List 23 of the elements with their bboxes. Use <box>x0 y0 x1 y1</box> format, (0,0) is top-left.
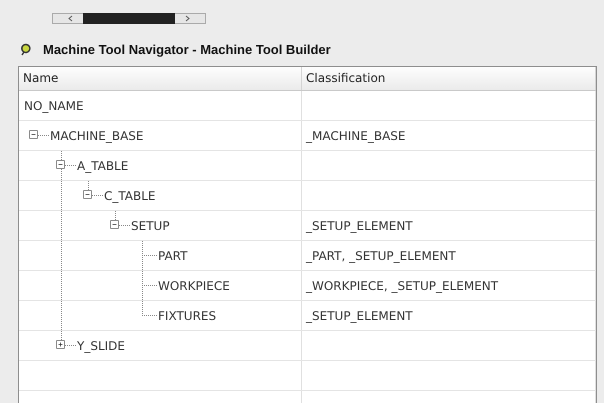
node-name[interactable]: PART <box>156 248 188 262</box>
classification-cell: _WORKPIECE, _SETUP_ELEMENT <box>306 278 498 292</box>
collapse-icon[interactable] <box>83 190 92 199</box>
navigator-title: Machine Tool Navigator - Machine Tool Builder <box>43 42 331 56</box>
classification-cell: _PART, _SETUP_ELEMENT <box>306 248 456 262</box>
classification-cell: _MACHINE_BASE <box>306 128 406 142</box>
collapse-icon[interactable] <box>110 220 119 229</box>
classification-cell: _SETUP_ELEMENT <box>306 308 413 322</box>
collapse-icon[interactable] <box>29 130 38 139</box>
column-header[interactable]: Classification <box>302 67 596 90</box>
node-name[interactable]: MACHINE_BASE <box>48 128 144 142</box>
collapse-icon[interactable] <box>56 160 65 169</box>
classification-cell: _SETUP_ELEMENT <box>306 218 413 232</box>
expand-icon[interactable] <box>56 340 65 349</box>
node-name[interactable]: FIXTURES <box>156 308 216 322</box>
node-name[interactable]: NO_NAME <box>22 98 84 112</box>
scrollbar[interactable] <box>52 13 206 24</box>
node-name[interactable]: SETUP <box>129 218 170 232</box>
node-name[interactable]: A_TABLE <box>75 158 128 172</box>
node-name[interactable]: C_TABLE <box>102 188 156 202</box>
node-name[interactable]: WORKPIECE <box>156 278 230 292</box>
column-header[interactable]: Name <box>19 67 302 90</box>
node-name[interactable]: Y_SLIDE <box>75 338 125 352</box>
